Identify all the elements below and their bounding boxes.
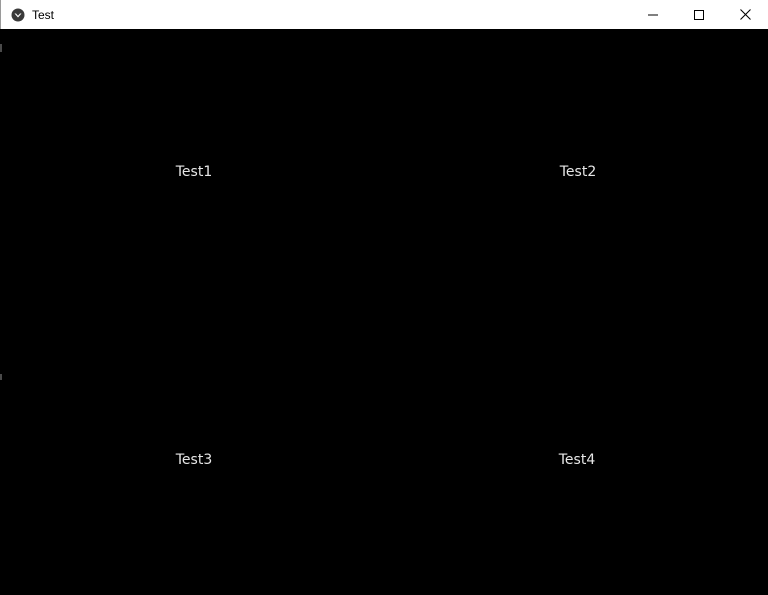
minimize-button[interactable]	[630, 0, 676, 29]
minimize-icon	[648, 5, 658, 24]
title-bar[interactable]: Test	[0, 0, 768, 29]
window-controls	[630, 0, 768, 29]
window-edge-mark	[0, 44, 2, 52]
app-window: Test Test1 Test2 Test3 Test4	[0, 0, 768, 595]
grid-cell-2: Test2	[386, 30, 768, 313]
cell-label-test3: Test3	[175, 451, 213, 468]
grid-cell-3: Test3	[2, 318, 386, 595]
close-icon	[739, 5, 751, 24]
maximize-icon	[694, 5, 704, 24]
grid-layout: Test1 Test2 Test3 Test4	[0, 29, 768, 595]
grid-cell-1: Test1	[2, 30, 386, 313]
maximize-button[interactable]	[676, 0, 722, 29]
close-button[interactable]	[722, 0, 768, 29]
grid-cell-4: Test4	[385, 318, 768, 595]
cell-label-test1: Test1	[175, 163, 213, 180]
cell-label-test2: Test2	[559, 163, 597, 180]
window-title: Test	[32, 7, 55, 22]
kivy-app-icon	[10, 7, 26, 23]
cell-label-test4: Test4	[558, 451, 596, 468]
window-edge-mark	[0, 374, 2, 380]
